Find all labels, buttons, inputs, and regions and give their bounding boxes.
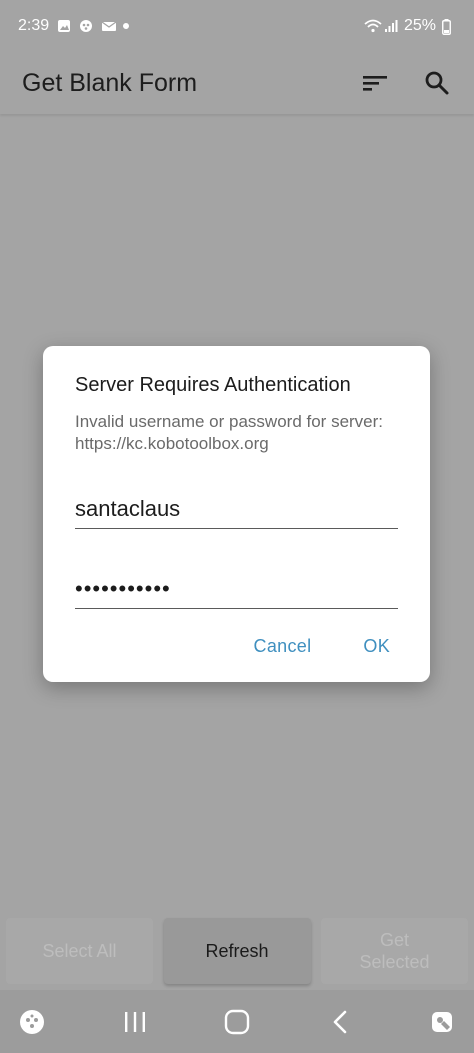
status-bar: 2:39 25% [0, 0, 474, 52]
password-field[interactable]: ••••••••••• [75, 567, 398, 609]
game-launcher-icon [20, 1009, 44, 1034]
username-field[interactable]: santaclaus [75, 487, 398, 529]
ok-button[interactable]: OK [363, 636, 390, 657]
cancel-button[interactable]: Cancel [254, 636, 312, 657]
status-right: 25% [364, 17, 456, 35]
recent-apps-button[interactable] [115, 1002, 155, 1042]
game-launcher-button[interactable] [12, 1002, 52, 1042]
battery-icon [442, 19, 456, 35]
sort-icon [363, 76, 387, 91]
status-time: 2:39 [18, 17, 50, 34]
status-left: 2:39 [18, 17, 130, 35]
bottom-actions: Select All Refresh Get Selected [0, 918, 474, 984]
username-value: santaclaus [75, 496, 181, 521]
assistant-button[interactable] [422, 1002, 462, 1042]
page-title: Get Blank Form [22, 68, 198, 97]
dialog-message: Invalid username or password for server:… [75, 412, 384, 453]
app-bar: Get Blank Form [0, 52, 474, 114]
refresh-button[interactable]: Refresh [163, 918, 311, 984]
recent-apps-icon [124, 1011, 145, 1032]
message-notification-icon [101, 19, 117, 33]
search-icon [425, 71, 449, 95]
get-selected-button[interactable]: Get Selected [321, 918, 468, 984]
home-icon [224, 1009, 250, 1034]
dialog-buttons: Cancel OK [254, 636, 390, 657]
battery-percentage: 25% [403, 17, 436, 34]
signal-icon [384, 19, 398, 33]
back-button[interactable] [320, 1002, 360, 1042]
system-nav-bar [0, 990, 474, 1053]
gallery-notification-icon [57, 19, 71, 33]
back-icon [333, 1010, 346, 1033]
game-notification-icon [79, 19, 93, 33]
search-button[interactable] [422, 68, 452, 98]
authentication-dialog: Server Requires Authentication Invalid u… [43, 346, 430, 682]
select-all-button[interactable]: Select All [6, 918, 153, 984]
password-value: ••••••••••• [75, 576, 171, 601]
assistant-icon [432, 1011, 452, 1032]
home-button[interactable] [217, 1002, 257, 1042]
sort-button[interactable] [360, 68, 390, 98]
more-notifications-dot-icon [123, 23, 130, 29]
app-bar-actions [360, 68, 452, 98]
dialog-title: Server Requires Authentication [75, 374, 351, 396]
wifi-icon [364, 19, 382, 33]
